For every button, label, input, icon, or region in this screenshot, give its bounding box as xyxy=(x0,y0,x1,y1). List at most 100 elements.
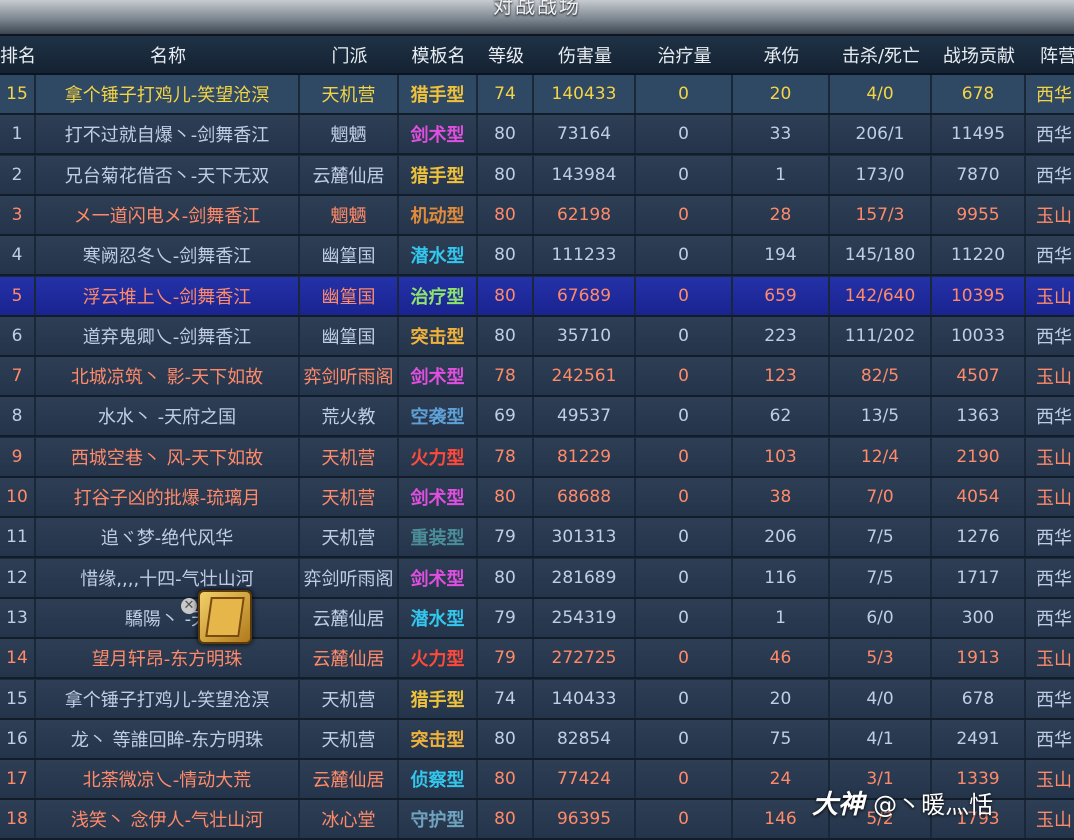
header-level[interactable]: 等级 xyxy=(478,36,534,73)
table-row[interactable]: 4 寒阙忍冬乀-剑舞香江 幽篁国 潜水型 80 111233 0 194 145/180 1122… xyxy=(0,236,1074,277)
cell-sect: 天机营 xyxy=(300,75,399,113)
table-row[interactable]: 2 兄台菊花借否丶-天下无双 云麓仙居 猎手型 80 143984 0 1 173/0 7870 西… xyxy=(0,155,1074,196)
cell-contribution: 300 xyxy=(932,598,1026,637)
table-row[interactable]: 7 北城凉筑丶 影-天下如故 弈剑听雨阁 剑术型 78 242561 0 123 82/5 450… xyxy=(0,357,1074,398)
cell-sect: 云麓仙居 xyxy=(300,155,399,194)
cell-sect: 云麓仙居 xyxy=(300,598,399,637)
cell-kd: 7/5 xyxy=(830,518,932,557)
cell-kd: 4/0 xyxy=(830,75,932,113)
header-sect[interactable]: 门派 xyxy=(300,36,399,73)
table-row[interactable]: 8 水水丶 -天府之国 荒火教 空袭型 69 49537 0 62 13/5 1363 西华 xyxy=(0,397,1074,438)
cell-contribution: 2190 xyxy=(932,437,1026,476)
cell-faction: 西华 xyxy=(1026,599,1074,637)
table-row[interactable]: 9 西城空巷丶 风-天下如故 天机营 火力型 78 81229 0 103 12/4 2190 玉山 xyxy=(0,437,1074,478)
cell-name: 追ヾ梦-绝代风华 xyxy=(36,518,300,557)
cell-taken: 223 xyxy=(733,316,830,355)
header-faction[interactable]: 阵营 xyxy=(1026,36,1074,73)
cell-kd: 4/1 xyxy=(830,719,932,758)
cell-level: 74 xyxy=(478,75,534,113)
cell-name: 打不过就自爆丶-剑舞香江 xyxy=(36,115,300,154)
cell-rank: 16 xyxy=(0,719,36,758)
cell-level: 80 xyxy=(478,276,534,315)
cell-faction: 玉山 xyxy=(1026,478,1074,516)
cell-sect: 弈剑听雨阁 xyxy=(300,558,399,597)
cell-taken: 659 xyxy=(733,276,830,315)
cell-kd: 13/5 xyxy=(830,397,932,436)
cell-sect: 弈剑听雨阁 xyxy=(300,357,399,396)
table-row[interactable]: 16 龙丶 等誰回眸-东方明珠 天机营 突击型 80 82854 0 75 4/1 2491 西华 xyxy=(0,719,1074,760)
cell-rank: 3 xyxy=(0,195,36,234)
header-contribution[interactable]: 战场贡献 xyxy=(932,36,1026,73)
table-row[interactable]: 1 打不过就自爆丶-剑舞香江 魍魉 剑术型 80 73164 0 33 206/1 11495 西华 xyxy=(0,115,1074,156)
table-row[interactable]: 6 道弃鬼卿乀-剑舞香江 幽篁国 突击型 80 35710 0 223 111/202 10033… xyxy=(0,316,1074,357)
cell-level: 78 xyxy=(478,437,534,476)
cell-name: 打谷子凶的批爆-琉璃月 xyxy=(36,478,300,516)
cell-heal: 0 xyxy=(636,276,733,315)
table-row[interactable]: 15 拿个锤子打鸡儿-笑望沧溟 天机营 猎手型 74 140433 0 20 4/0 678 西华 xyxy=(0,679,1074,720)
header-heal[interactable]: 治疗量 xyxy=(636,36,733,73)
cell-taken: 38 xyxy=(733,478,830,516)
cell-kd: 82/5 xyxy=(830,357,932,396)
scroll-item-icon[interactable] xyxy=(198,590,252,644)
cell-damage: 49537 xyxy=(534,397,636,436)
header-kd[interactable]: 击杀/死亡 xyxy=(830,36,932,73)
cell-heal: 0 xyxy=(636,316,733,355)
watermark: 大神 @丶暖灬恬 xyxy=(812,784,993,821)
cell-sect: 天机营 xyxy=(300,679,399,718)
cell-heal: 0 xyxy=(636,115,733,154)
header-taken[interactable]: 承伤 xyxy=(733,36,830,73)
cell-damage: 111233 xyxy=(534,236,636,275)
header-template[interactable]: 模板名 xyxy=(399,36,478,73)
table-row[interactable]: 3 メ一道闪电メ-剑舞香江 魍魉 机动型 80 62198 0 28 157/3 9955 玉山 xyxy=(0,195,1074,236)
table-row[interactable]: 11 追ヾ梦-绝代风华 天机营 重装型 79 301313 0 206 7/5 1276 西华 xyxy=(0,518,1074,559)
cell-name: 拿个锤子打鸡儿-笑望沧溟 xyxy=(36,75,300,113)
cell-damage: 143984 xyxy=(534,155,636,194)
cell-kd: 173/0 xyxy=(830,155,932,194)
header-damage[interactable]: 伤害量 xyxy=(534,36,636,73)
cell-template: 火力型 xyxy=(399,437,478,476)
cell-contribution: 678 xyxy=(932,679,1026,718)
table-row[interactable]: 5 浮云堆上乀-剑舞香江 幽篁国 治疗型 80 67689 0 659 142/640 10395… xyxy=(0,276,1074,317)
my-player-row[interactable]: 15 拿个锤子打鸡儿-笑望沧溟 天机营 猎手型 74 140433 0 20 4/0 678 西华 xyxy=(0,75,1074,115)
cell-template: 潜水型 xyxy=(399,236,478,275)
table-row[interactable]: 13 驕陽丶 -天 云麓仙居 潜水型 79 254319 0 1 6/0 300 西华 xyxy=(0,598,1074,639)
close-icon[interactable]: ✕ xyxy=(181,598,197,614)
header-name[interactable]: 名称 xyxy=(36,36,300,73)
cell-level: 80 xyxy=(478,236,534,275)
cell-heal: 0 xyxy=(636,357,733,396)
cell-contribution: 7870 xyxy=(932,155,1026,194)
cell-faction: 西华 xyxy=(1026,317,1074,355)
cell-faction: 玉山 xyxy=(1026,196,1074,234)
cell-template: 空袭型 xyxy=(399,397,478,436)
cell-kd: 142/640 xyxy=(830,276,932,315)
cell-template: 重装型 xyxy=(399,518,478,557)
cell-name: 驕陽丶 -天 xyxy=(36,598,300,637)
window-title: 对战战场 xyxy=(493,0,581,18)
cell-faction: 西华 xyxy=(1026,680,1074,718)
cell-name: 西城空巷丶 风-天下如故 xyxy=(36,437,300,476)
cell-sect: 魍魉 xyxy=(300,115,399,154)
table-row[interactable]: 12 惜缘,,,,十四-气壮山河 弈剑听雨阁 剑术型 80 281689 0 116 7/5 17… xyxy=(0,558,1074,599)
cell-template: 治疗型 xyxy=(399,276,478,315)
table-row[interactable]: 10 打谷子凶的批爆-琉璃月 天机营 剑术型 80 68688 0 38 7/0 4054 玉山 xyxy=(0,478,1074,518)
cell-template: 侦察型 xyxy=(399,760,478,799)
cell-contribution: 4054 xyxy=(932,478,1026,516)
cell-rank: 14 xyxy=(0,639,36,678)
cell-name: 北荼微凉乀-情动大荒 xyxy=(36,760,300,799)
cell-level: 78 xyxy=(478,357,534,396)
cell-heal: 0 xyxy=(636,719,733,758)
cell-heal: 0 xyxy=(636,760,733,799)
header-rank[interactable]: 排名 xyxy=(0,36,36,73)
cell-template: 猎手型 xyxy=(399,155,478,194)
cell-kd: 12/4 xyxy=(830,437,932,476)
cell-taken: 116 xyxy=(733,558,830,597)
cell-rank: 8 xyxy=(0,397,36,436)
table-row[interactable]: 14 望月轩昂-东方明珠 云麓仙居 火力型 79 272725 0 46 5/3 1913 玉山 xyxy=(0,639,1074,680)
cell-taken: 20 xyxy=(733,75,830,113)
cell-heal: 0 xyxy=(636,800,733,839)
cell-sect: 天机营 xyxy=(300,437,399,476)
cell-heal: 0 xyxy=(636,639,733,678)
cell-name: 北城凉筑丶 影-天下如故 xyxy=(36,357,300,396)
cell-rank: 10 xyxy=(0,478,36,516)
cell-sect: 幽篁国 xyxy=(300,276,399,315)
